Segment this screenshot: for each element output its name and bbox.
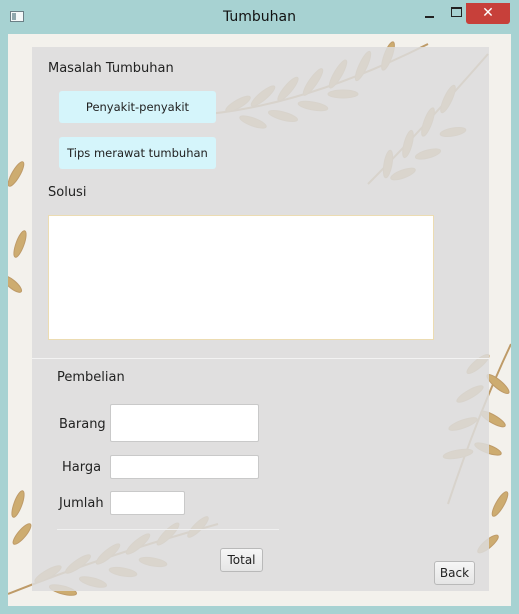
- solusi-heading: Solusi: [48, 185, 87, 200]
- back-button[interactable]: Back: [434, 561, 475, 585]
- content-area: Masalah Tumbuhan Penyakit-penyakit Tips …: [8, 34, 511, 606]
- total-button[interactable]: Total: [220, 548, 263, 572]
- barang-field[interactable]: [110, 404, 259, 442]
- tips-button[interactable]: Tips merawat tumbuhan: [59, 137, 216, 169]
- masalah-heading: Masalah Tumbuhan: [48, 61, 174, 76]
- harga-label: Harga: [62, 460, 102, 475]
- minimize-button[interactable]: [417, 3, 443, 23]
- title-bar[interactable]: Tumbuhan ✕: [0, 0, 519, 34]
- app-window: Tumbuhan ✕ Masalah Tumbuhan Penyakit-pen…: [0, 0, 519, 614]
- barang-label: Barang: [59, 417, 106, 432]
- total-divider: [57, 529, 279, 530]
- jumlah-field[interactable]: [110, 491, 185, 515]
- section-divider: [32, 358, 489, 359]
- jumlah-label: Jumlah: [59, 496, 104, 511]
- harga-field[interactable]: [110, 455, 259, 479]
- pembelian-heading: Pembelian: [57, 370, 125, 385]
- penyakit-button[interactable]: Penyakit-penyakit: [59, 91, 216, 123]
- solusi-textarea[interactable]: [48, 215, 434, 340]
- close-button[interactable]: ✕: [466, 3, 510, 24]
